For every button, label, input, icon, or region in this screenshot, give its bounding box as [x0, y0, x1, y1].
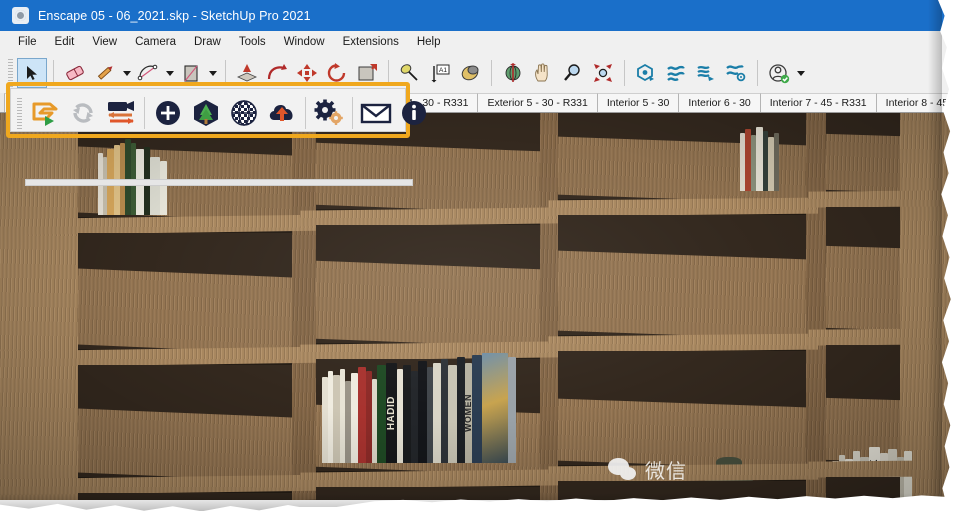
menu-item-draw[interactable]: Draw [185, 33, 230, 51]
enscape-add-asset-button[interactable] [149, 94, 187, 132]
toolbar-separator [624, 60, 625, 86]
menu-item-extensions[interactable]: Extensions [334, 33, 408, 51]
enscape-about-button[interactable] [395, 94, 433, 132]
enscape-toolbar-grip[interactable] [17, 98, 22, 130]
screenshot-root: Enscape 05 - 06_2021.skp - SketchUp Pro … [0, 0, 960, 525]
enscape-separator [352, 97, 353, 129]
trimble-settings-button[interactable] [721, 58, 751, 88]
wechat-watermark: 微信 [608, 455, 687, 484]
title-bar: Enscape 05 - 06_2021.skp - SketchUp Pro … [0, 0, 952, 31]
trimble-layers-button[interactable] [691, 58, 721, 88]
menu-item-edit[interactable]: Edit [46, 33, 84, 51]
menu-item-view[interactable]: View [83, 33, 126, 51]
trimble-connect-button[interactable] [661, 58, 691, 88]
zoom-extents-tool[interactable] [588, 58, 618, 88]
trimble-explore-button[interactable] [631, 58, 661, 88]
menu-item-help[interactable]: Help [408, 33, 450, 51]
enscape-toolbar-drag-handle[interactable] [25, 179, 413, 186]
sketchup-icon [12, 7, 29, 24]
enscape-synchronize-button[interactable] [64, 94, 102, 132]
scene-tab-exterior-5[interactable]: Exterior 5 - 30 - R331 [478, 93, 598, 112]
enscape-upload-button[interactable] [263, 94, 301, 132]
enscape-settings-button[interactable] [310, 94, 348, 132]
scene-tab-interior-5[interactable]: Interior 5 - 30 [597, 93, 680, 112]
text-label-tool[interactable]: A1 [425, 58, 455, 88]
menu-item-file[interactable]: File [14, 33, 46, 51]
enscape-material-editor-button[interactable] [225, 94, 263, 132]
toolbar-separator [757, 60, 758, 86]
enscape-feedback-button[interactable] [357, 94, 395, 132]
book-spine-women: WOMEN [463, 394, 473, 432]
menu-item-camera[interactable]: Camera [126, 33, 185, 51]
book-spine-hadid: HADID [386, 395, 397, 431]
watermark-text: 微信 [645, 459, 687, 483]
magnifier-zoom-tool[interactable] [558, 58, 588, 88]
enscape-toolbar [10, 88, 426, 186]
enscape-start-render-button[interactable] [26, 94, 64, 132]
menu-item-tools[interactable]: Tools [230, 33, 275, 51]
paint-bucket-tool[interactable] [455, 58, 485, 88]
scene-tab-interior-6[interactable]: Interior 6 - 30 [679, 93, 761, 112]
wechat-icon [608, 457, 638, 483]
scene-tab-interior-8[interactable]: Interior 8 - 45 - R331 [876, 93, 952, 112]
menu-item-window[interactable]: Window [275, 33, 334, 51]
scene-tab-interior-7[interactable]: Interior 7 - 45 - R331 [760, 93, 877, 112]
bottom-white-strip [300, 507, 960, 525]
enscape-asset-library-button[interactable] [187, 94, 225, 132]
enscape-separator [144, 97, 145, 129]
orbit-tool[interactable] [498, 58, 528, 88]
svg-text:A1: A1 [439, 67, 447, 74]
hand-pan-tool[interactable] [528, 58, 558, 88]
model-viewport[interactable]: HADID WOMEN [0, 113, 952, 500]
user-account-button[interactable] [764, 58, 794, 88]
enscape-video-editor-button[interactable] [102, 94, 140, 132]
rendered-bookshelf-scene: HADID WOMEN [0, 113, 952, 500]
menu-bar: File Edit View Camera Draw Tools Window … [0, 31, 952, 53]
window-title: Enscape 05 - 06_2021.skp - SketchUp Pro … [38, 8, 311, 23]
user-account-chevron-down-icon[interactable] [794, 58, 807, 88]
enscape-separator [305, 97, 306, 129]
sketchup-window: Enscape 05 - 06_2021.skp - SketchUp Pro … [0, 0, 952, 500]
toolbar-separator [491, 60, 492, 86]
